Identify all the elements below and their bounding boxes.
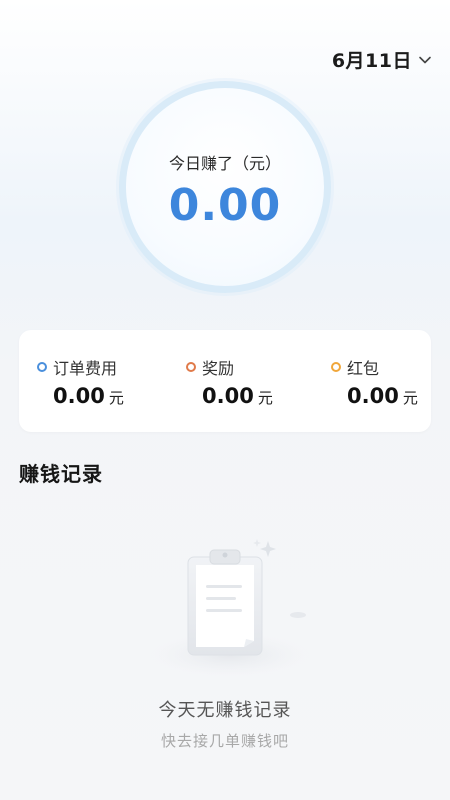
today-earnings-amount: 0.00 [168, 180, 282, 231]
empty-clipboard-icon [150, 539, 310, 677]
red-packet-unit: 元 [402, 389, 418, 407]
chevron-down-icon [419, 56, 431, 63]
empty-state-subtitle: 快去接几单赚钱吧 [160, 732, 289, 750]
earnings-records-title: 赚钱记录 [19, 462, 103, 486]
reward-dot-icon [186, 362, 196, 372]
order-fee-value: 0.00 [53, 384, 105, 408]
order-fee-unit: 元 [108, 389, 124, 407]
reward-label: 奖励 [202, 359, 235, 378]
date-selector[interactable]: 6月11日 [332, 46, 432, 73]
order-fee-dot-icon [37, 362, 47, 372]
earnings-summary-card: 订单费用 0.00 元 奖励 0.00 元 红包 0.00 元 [19, 330, 431, 432]
red-packet-value: 0.00 [347, 384, 399, 408]
reward-unit: 元 [257, 389, 273, 407]
order-fee-label: 订单费用 [53, 359, 118, 378]
date-label: 6月11日 [331, 50, 412, 72]
reward-value: 0.00 [202, 384, 254, 408]
empty-state-title: 今天无赚钱记录 [158, 700, 292, 721]
red-packet-label: 红包 [347, 359, 380, 378]
earnings-ring: 今日赚了（元） 0.00 [119, 81, 331, 293]
today-earnings-label: 今日赚了（元） [168, 154, 281, 173]
red-packet-dot-icon [331, 362, 341, 372]
